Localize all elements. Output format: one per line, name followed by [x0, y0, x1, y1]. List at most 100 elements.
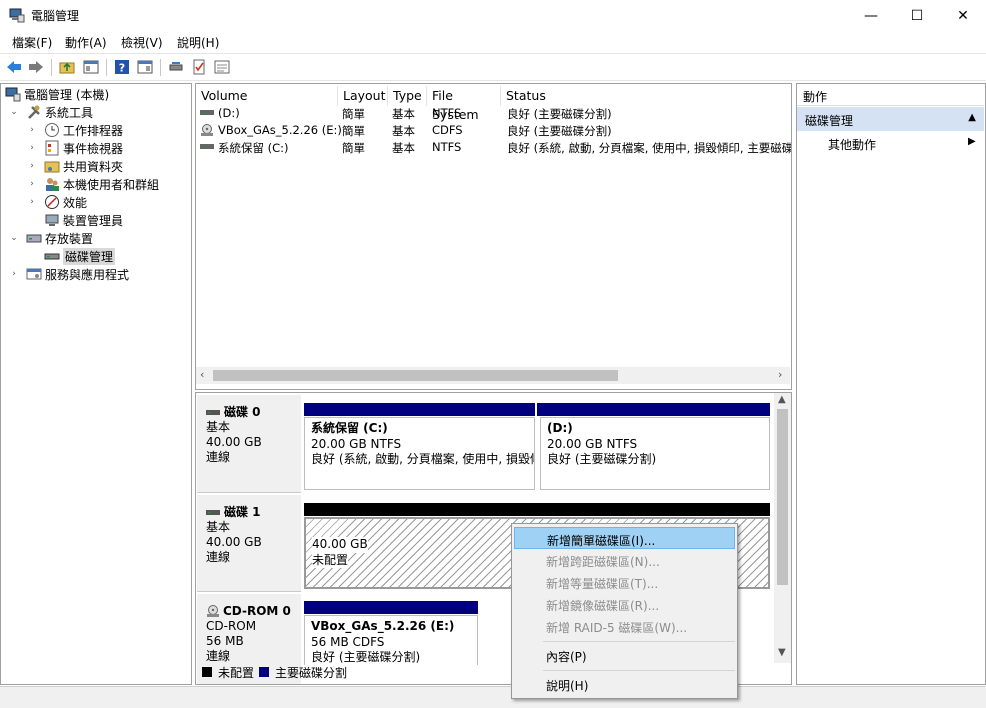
tree-item-disk-management[interactable]: 磁碟管理 [26, 247, 116, 265]
table-row[interactable]: VBox_GAs_5.2.26 (E:) 簡單 基本 CDFS 良好 (主要磁碟… [196, 122, 790, 139]
chevron-down-icon[interactable]: ⌄ [8, 107, 20, 117]
tree-item-task-scheduler[interactable]: › 工作排程器 [26, 121, 123, 139]
connect-drive-button[interactable] [167, 58, 185, 76]
disk-state: 連線 [206, 450, 231, 464]
disk-0-label[interactable]: 磁碟 0 基本 40.00 GB 連線 [197, 395, 301, 493]
tree-item-shared-folders[interactable]: › 共用資料夾 [26, 157, 123, 175]
tree-item-device-manager[interactable]: 裝置管理員 [26, 211, 123, 229]
disk-1-label[interactable]: 磁碟 1 基本 40.00 GB 連線 [197, 495, 301, 592]
submenu-arrow-icon[interactable]: ▶ [968, 136, 976, 147]
task-scheduler-icon [45, 123, 59, 137]
tree-item-computer-management[interactable]: 電腦管理 (本機) [5, 85, 109, 103]
tree-item-label: 存放裝置 [45, 231, 94, 246]
horizontal-scrollbar[interactable]: ‹ › [196, 367, 790, 384]
forward-arrow-icon [29, 61, 43, 73]
partition-bar-primary [304, 403, 535, 416]
minimize-button[interactable]: — [848, 0, 894, 31]
partition-name: VBox_GAs_5.2.26 (E:) [311, 619, 455, 633]
scrollbar-thumb[interactable] [777, 409, 788, 585]
event-viewer-icon [45, 140, 59, 156]
disk-name: 磁碟 0 [224, 405, 261, 419]
ctx-item-label: 新增跨距磁碟區(N)... [546, 555, 660, 569]
maximize-button[interactable]: ☐ [894, 0, 940, 31]
tree-item-label: 服務與應用程式 [45, 267, 130, 282]
tree-item-label: 裝置管理員 [63, 213, 124, 228]
ctx-properties[interactable]: 內容(P) [514, 644, 735, 666]
ctx-item-label: 新增鏡像磁碟區(R)... [546, 599, 660, 613]
ctx-new-mirrored-volume[interactable]: 新增鏡像磁碟區(R)... [514, 593, 735, 615]
scroll-left-icon[interactable]: ‹ [200, 368, 204, 381]
menu-view[interactable]: 檢視(V) [121, 34, 163, 51]
disk-icon [206, 409, 220, 415]
table-row[interactable]: 系統保留 (C:) 簡單 基本 NTFS 良好 (系統, 啟動, 分頁檔案, 使… [196, 139, 791, 156]
disk-management-icon [44, 253, 60, 260]
chevron-right-icon[interactable]: › [8, 269, 20, 279]
chevron-right-icon[interactable]: › [26, 125, 38, 135]
menu-file[interactable]: 檔案(F) [12, 34, 52, 51]
partition-status: 未配置 [312, 552, 349, 568]
scroll-up-icon[interactable]: ▲ [778, 394, 786, 405]
tree-item-users-groups[interactable]: › 本機使用者和群組 [26, 175, 159, 193]
actions-section-disk-management[interactable]: 磁碟管理 ▲ [797, 107, 984, 131]
close-button[interactable]: ✕ [940, 0, 986, 31]
tree-item-storage[interactable]: ⌄ 存放裝置 [8, 229, 93, 247]
action-pane-icon [137, 60, 153, 74]
chevron-down-icon[interactable]: ⌄ [8, 233, 20, 243]
properties-view-button[interactable] [213, 58, 231, 76]
cd-drive-icon [201, 124, 213, 136]
collapse-up-icon[interactable]: ▲ [968, 112, 976, 123]
vertical-scrollbar[interactable]: ▲ ▼ [774, 393, 791, 663]
chevron-right-icon[interactable]: › [26, 161, 38, 171]
disk-icon [206, 509, 220, 515]
title-bar: 電腦管理 — ☐ ✕ [0, 0, 986, 31]
tree-item-label: 事件檢視器 [63, 141, 124, 156]
checklist-button[interactable] [190, 58, 208, 76]
back-button[interactable] [5, 58, 23, 76]
partition-c[interactable]: 系統保留 (C:) 20.00 GB NTFS 良好 (系統, 啟動, 分頁檔案… [304, 417, 535, 490]
folder-up-icon [59, 62, 75, 74]
menu-action[interactable]: 動作(A) [65, 34, 107, 51]
scroll-down-icon[interactable]: ▼ [778, 647, 786, 658]
scroll-right-icon[interactable]: › [778, 368, 782, 381]
toolbar-separator [160, 59, 161, 76]
disk-size: 56 MB [206, 634, 244, 648]
partition-name: 系統保留 (C:) [311, 421, 388, 435]
column-header-layout[interactable]: Layout [338, 86, 388, 106]
partition-size: 40.00 GB [312, 537, 368, 553]
ctx-new-spanned-volume[interactable]: 新增跨距磁碟區(N)... [514, 549, 735, 571]
tree-item-performance[interactable]: › 效能 [26, 193, 87, 211]
show-action-pane-button[interactable] [136, 58, 154, 76]
show-hide-tree-button[interactable] [82, 58, 100, 76]
scrollbar-thumb[interactable] [213, 370, 618, 381]
column-header-volume[interactable]: Volume [196, 86, 338, 106]
chevron-right-icon[interactable]: › [26, 143, 38, 153]
chevron-right-icon[interactable]: › [26, 197, 38, 207]
up-level-button[interactable] [58, 58, 76, 76]
disk-state: 連線 [206, 550, 231, 564]
properties-icon [214, 60, 230, 74]
computer-management-icon [9, 8, 25, 23]
partition-e[interactable]: VBox_GAs_5.2.26 (E:) 56 MB CDFS 良好 (主要磁碟… [304, 615, 478, 665]
chevron-right-icon[interactable]: › [26, 179, 38, 189]
shared-folders-icon [44, 161, 60, 173]
ctx-new-striped-volume[interactable]: 新增等量磁碟區(T)... [514, 571, 735, 593]
tree-item-event-viewer[interactable]: › 事件檢視器 [26, 139, 123, 157]
column-header-status[interactable]: Status [501, 86, 791, 106]
forward-button[interactable] [27, 58, 45, 76]
column-header-type[interactable]: Type [388, 86, 427, 106]
ctx-help[interactable]: 說明(H) [514, 673, 735, 695]
tree-item-label: 工作排程器 [63, 123, 124, 138]
help-button[interactable]: ? [113, 58, 131, 76]
tree-item-services-apps[interactable]: › 服務與應用程式 [8, 265, 129, 283]
menu-help[interactable]: 說明(H) [177, 34, 219, 51]
ctx-new-simple-volume[interactable]: 新增簡單磁碟區(I)... [514, 527, 735, 549]
column-header-file-system[interactable]: File System [427, 86, 501, 122]
partition-d[interactable]: (D:) 20.00 GB NTFS 良好 (主要磁碟分割) [540, 417, 770, 490]
table-row[interactable]: (D:) 簡單 基本 NTFS 良好 (主要磁碟分割) [196, 105, 790, 122]
ctx-new-raid5-volume[interactable]: 新增 RAID-5 磁碟區(W)... [514, 615, 735, 637]
tree-item-system-tools[interactable]: ⌄ 系統工具 [8, 103, 93, 121]
actions-more[interactable]: 其他動作 [828, 136, 876, 153]
actions-section-label: 磁碟管理 [805, 114, 854, 128]
tree-item-label: 系統工具 [45, 105, 94, 120]
volume-list: Volume Layout Type File System Status (D… [195, 83, 792, 390]
